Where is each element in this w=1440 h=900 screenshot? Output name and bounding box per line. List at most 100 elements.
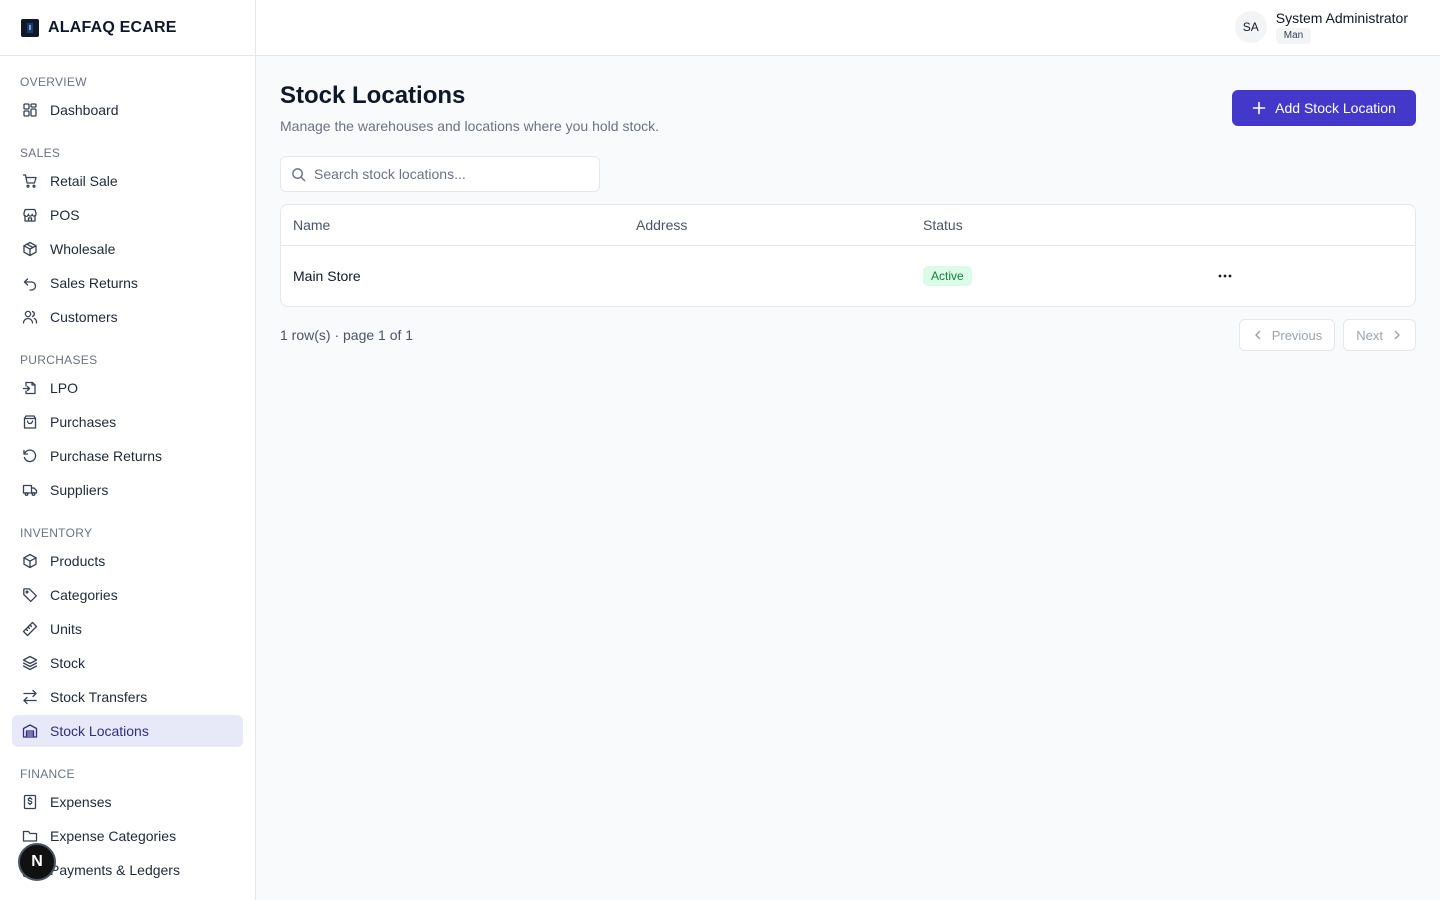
sidebar-item-label: Expense Categories — [50, 828, 177, 844]
sidebar-item-label: Sales Returns — [50, 275, 138, 291]
nav-section-label: SALES — [20, 146, 61, 160]
bag-icon — [22, 414, 38, 430]
cell-status: Active — [923, 266, 1215, 286]
sidebar-item-label: Expenses — [50, 794, 112, 810]
previous-page-button[interactable]: Previous — [1238, 319, 1336, 351]
dashboard-icon — [22, 102, 38, 118]
page-header: Stock Locations Manage the warehouses an… — [280, 56, 1416, 156]
sidebar-item-suppliers[interactable]: Suppliers — [12, 474, 243, 506]
cell-name: Main Store — [293, 268, 361, 284]
avatar[interactable]: SA — [1234, 11, 1267, 43]
search-input[interactable] — [314, 166, 594, 182]
stock-locations-table: Name Address Status Main Store Active — [280, 204, 1416, 307]
next-page-button[interactable]: Next — [1343, 319, 1416, 351]
store-icon — [22, 207, 38, 223]
status-badge: Active — [923, 266, 972, 286]
file-import-icon — [22, 380, 38, 396]
column-header-status[interactable]: Status — [923, 217, 1215, 233]
nav-section-label: PURCHASES — [20, 353, 98, 367]
receipt-dollar-icon — [22, 794, 38, 810]
sidebar-item-purchases[interactable]: Purchases — [12, 406, 243, 438]
previous-page-label: Previous — [1271, 327, 1323, 343]
sidebar-nav: OVERVIEW Dashboard SALES Retail Sale POS Whol… — [0, 56, 255, 886]
row-count: 1 row(s) · page 1 of 1 — [280, 327, 414, 343]
main-content: Stock Locations Manage the warehouses an… — [280, 56, 1416, 351]
sidebar-item-label: Stock — [50, 655, 86, 671]
layers-icon — [22, 655, 38, 671]
add-stock-location-label: Add Stock Location — [1275, 100, 1396, 116]
page-title: Stock Locations — [280, 82, 466, 109]
cell-actions — [1215, 265, 1295, 287]
sidebar-item-label: Retail Sale — [50, 173, 118, 189]
nav-group-overview: OVERVIEW Dashboard — [12, 72, 243, 126]
package-icon — [22, 241, 38, 257]
search-box[interactable] — [280, 156, 600, 192]
floating-badge[interactable]: N — [18, 843, 56, 881]
box-icon — [22, 553, 38, 569]
sidebar-item-label: LPO — [50, 380, 79, 396]
plus-icon — [1252, 101, 1266, 115]
sidebar-item-label: Suppliers — [50, 482, 109, 498]
sidebar-item-lpo[interactable]: LPO — [12, 372, 243, 404]
user-role-badge: Man — [1275, 28, 1312, 44]
sidebar-item-label: Categories — [50, 587, 118, 603]
sidebar-item-label: Purchases — [50, 414, 117, 430]
nav-group-inventory: INVENTORY Products Categories Units Stock Sto… — [12, 523, 243, 747]
sidebar-item-retail-sale[interactable]: Retail Sale — [12, 165, 243, 197]
sidebar-item-units[interactable]: Units — [12, 613, 243, 645]
nav-section-label: OVERVIEW — [20, 75, 87, 89]
table-row[interactable]: Main Store Active — [281, 246, 1415, 306]
sidebar-item-purchase-returns[interactable]: Purchase Returns — [12, 440, 243, 472]
sidebar-item-categories[interactable]: Categories — [12, 579, 243, 611]
column-header-address[interactable]: Address — [636, 217, 923, 233]
sidebar-item-stock-locations[interactable]: Stock Locations — [12, 715, 243, 747]
user-menu[interactable]: SA System Administrator Man — [1234, 10, 1408, 44]
folder-icon — [22, 828, 38, 844]
sidebar-item-label: POS — [50, 207, 80, 223]
sidebar-item-label: Purchase Returns — [50, 448, 163, 464]
sidebar-item-label: Payments & Ledgers — [50, 862, 180, 878]
undo-icon — [22, 275, 38, 291]
nav-group-purchases: PURCHASES LPO Purchases Purchase Returns Sup… — [12, 350, 243, 506]
brand[interactable]: ALAFAQ ECARE — [0, 0, 255, 56]
nav-section-label: FINANCE — [20, 767, 75, 781]
sidebar-item-label: Wholesale — [50, 241, 116, 257]
sidebar-item-label: Customers — [50, 309, 118, 325]
ruler-icon — [22, 621, 38, 637]
user-meta: System Administrator Man — [1275, 10, 1408, 44]
sidebar-item-label: Stock Locations — [50, 723, 149, 739]
user-name: System Administrator — [1275, 10, 1408, 26]
column-header-name[interactable]: Name — [281, 217, 636, 233]
sidebar-item-sales-returns[interactable]: Sales Returns — [12, 267, 243, 299]
sidebar-item-products[interactable]: Products — [12, 545, 243, 577]
page-subtitle: Manage the warehouses and locations wher… — [280, 118, 660, 134]
sidebar-item-label: Stock Transfers — [50, 689, 148, 705]
chevron-right-icon — [1394, 330, 1400, 340]
sidebar-item-customers[interactable]: Customers — [12, 301, 243, 333]
tag-icon — [22, 587, 38, 603]
warehouse-icon — [22, 723, 38, 739]
more-actions-icon[interactable] — [1214, 265, 1236, 287]
search-icon — [291, 167, 306, 182]
table-footer: 1 row(s) · page 1 of 1 Previous Next — [280, 319, 1416, 351]
sidebar-item-expenses[interactable]: Expenses — [12, 786, 243, 818]
sidebar-item-stock[interactable]: Stock — [12, 647, 243, 679]
top-header: SA System Administrator Man — [256, 0, 1440, 56]
sidebar-item-wholesale[interactable]: Wholesale — [12, 233, 243, 265]
sidebar-item-stock-transfers[interactable]: Stock Transfers — [12, 681, 243, 713]
next-page-label: Next — [1356, 327, 1383, 343]
rotate-ccw-icon — [22, 448, 38, 464]
table-header: Name Address Status — [281, 205, 1415, 246]
sidebar-item-dashboard[interactable]: Dashboard — [12, 94, 243, 126]
brand-logo-icon — [21, 18, 39, 37]
users-icon — [22, 309, 38, 325]
sidebar-item-pos[interactable]: POS — [12, 199, 243, 231]
nav-section-label: INVENTORY — [20, 526, 93, 540]
add-stock-location-button[interactable]: Add Stock Location — [1232, 90, 1416, 126]
arrows-transfer-icon — [22, 689, 38, 705]
chevron-left-icon — [1254, 330, 1260, 340]
sidebar: ALAFAQ ECARE OVERVIEW Dashboard SALES Retai… — [0, 0, 256, 900]
pagination: Previous Next — [1238, 319, 1416, 351]
sidebar-item-label: Products — [50, 553, 106, 569]
sidebar-item-label: Dashboard — [50, 102, 119, 118]
